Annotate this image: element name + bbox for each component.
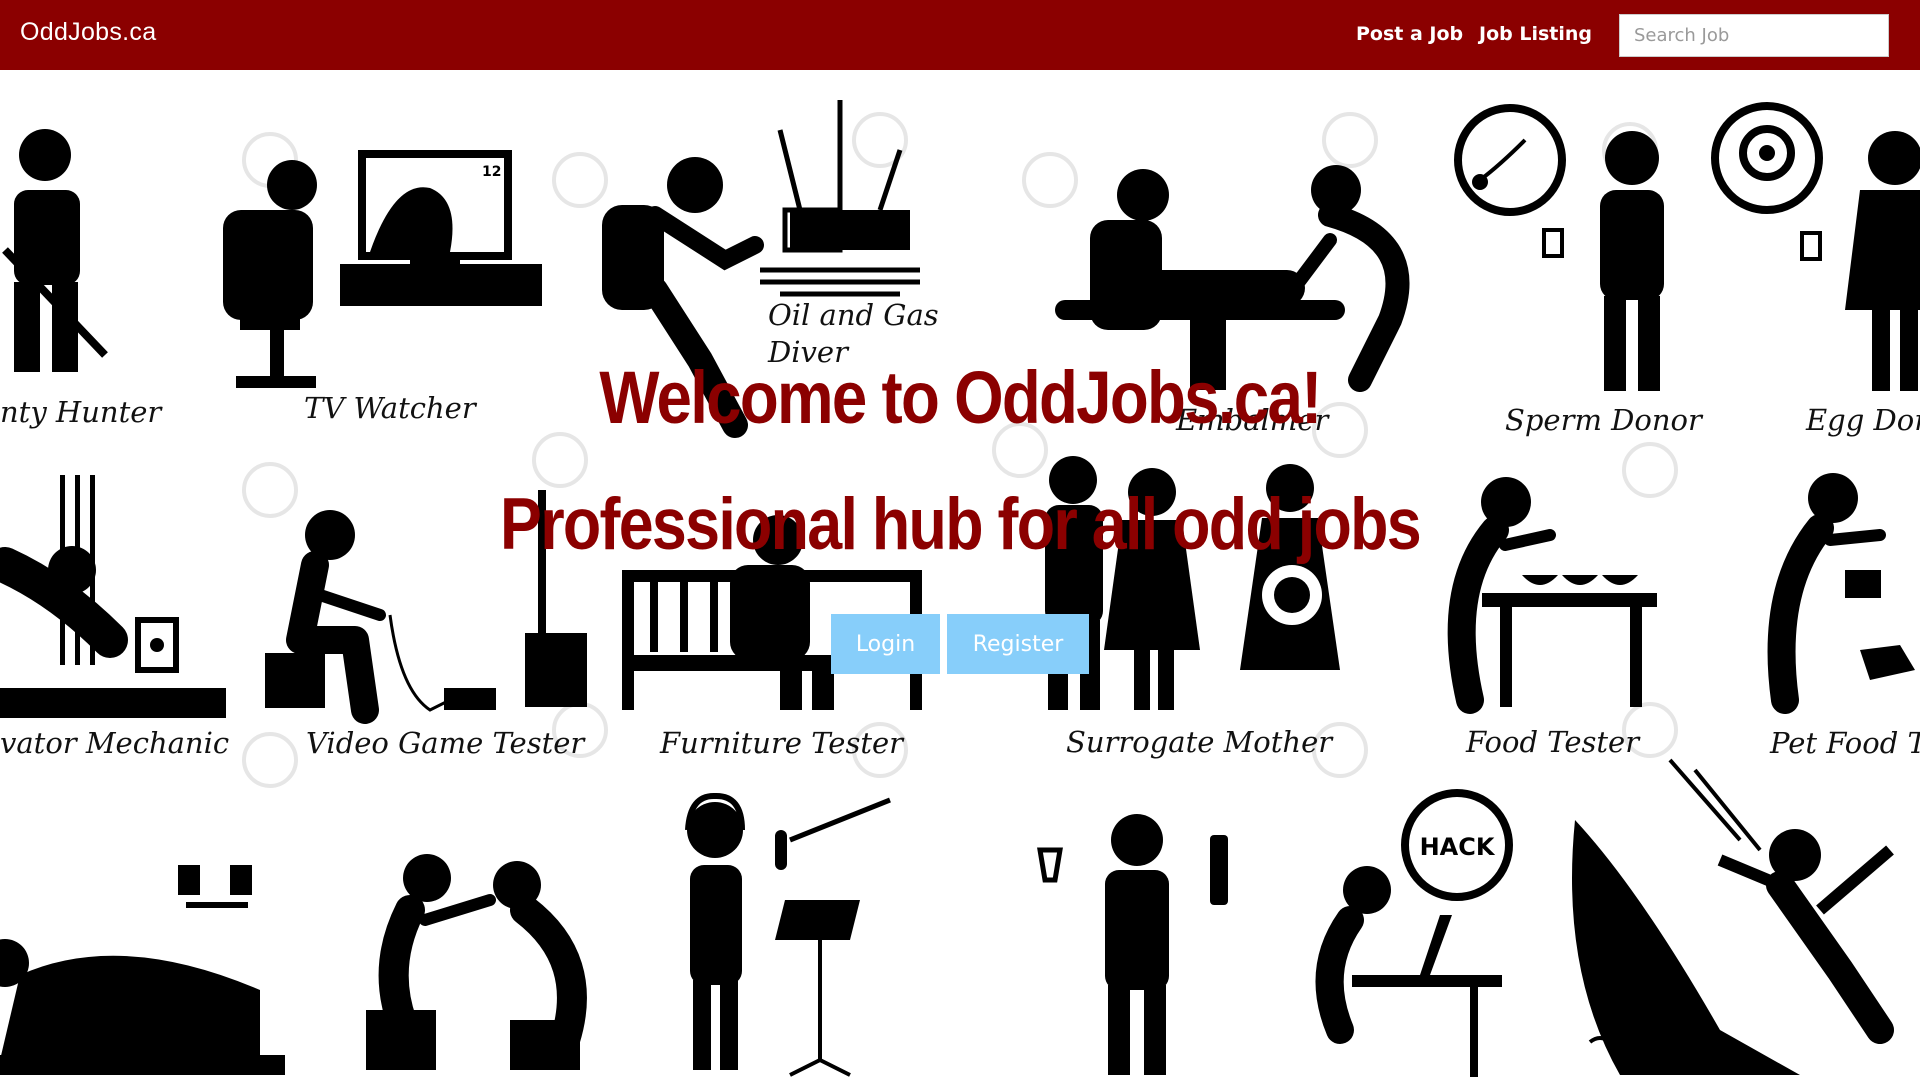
- nav-link-job-listing[interactable]: Job Listing: [1479, 23, 1592, 45]
- label-food-tester: Food Tester: [1465, 725, 1641, 759]
- label-egg-donor: Egg Don: [1805, 403, 1920, 437]
- bed-tester-pictogram: [0, 865, 285, 1075]
- stuntman-pictogram: [1572, 758, 1894, 1075]
- hacker-pictogram: HACK: [1315, 789, 1513, 1077]
- background-collage: nty Hunter 12 TV Watcher Oil and Gas Div…: [0, 70, 1920, 1080]
- tv-channel-number: 12: [482, 164, 501, 180]
- label-pet-food-tester: Pet Food Te: [1769, 726, 1920, 760]
- navbar: OddJobs.ca Post a Job Job Listing: [0, 0, 1920, 70]
- hero-title: Welcome to OddJobs.ca!: [599, 356, 1322, 439]
- login-button[interactable]: Login: [831, 614, 940, 674]
- pictogram-collage: nty Hunter 12 TV Watcher Oil and Gas Div…: [0, 100, 1920, 1077]
- label-oil-gas-diver-1: Oil and Gas: [768, 298, 939, 332]
- hack-bubble-text: HACK: [1420, 833, 1496, 861]
- pet-food-tester-pictogram: Pet Food Te: [1767, 473, 1920, 760]
- label-video-game-tester: Video Game Tester: [306, 726, 586, 760]
- register-button[interactable]: Register: [947, 614, 1089, 674]
- brand-logo[interactable]: OddJobs.ca: [20, 18, 156, 47]
- nav-link-post-a-job[interactable]: Post a Job: [1356, 23, 1463, 45]
- label-surrogate-mother: Surrogate Mother: [1066, 725, 1334, 759]
- label-furniture-tester: Furniture Tester: [659, 726, 905, 760]
- label-elevator-mechanic: vator Mechanic: [0, 726, 229, 760]
- wine-taster-pictogram: [1037, 814, 1228, 1075]
- therapist-pictogram: [366, 854, 587, 1070]
- voice-actor-pictogram: [685, 793, 891, 1077]
- search-input[interactable]: [1619, 14, 1889, 57]
- hero-subtitle: Professional hub for all odd jobs: [500, 484, 1422, 565]
